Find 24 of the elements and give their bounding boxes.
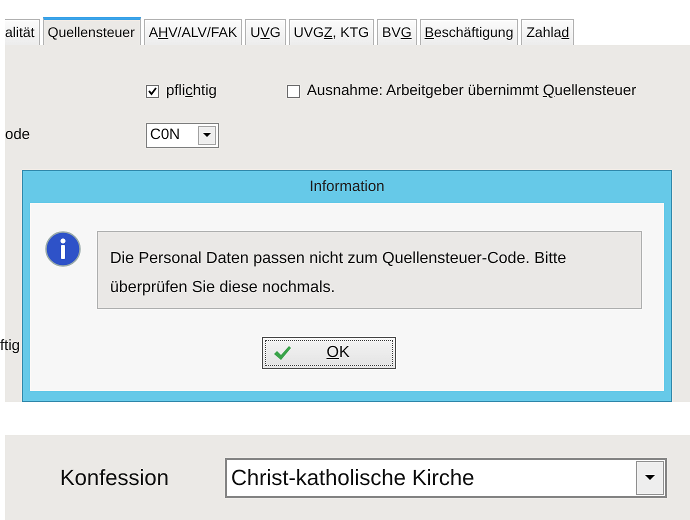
code-dropdown[interactable]: C0N [146,122,219,148]
tab[interactable]: UVGZ, KTG [288,19,374,45]
tab[interactable]: Beschäftigung [420,19,518,45]
tab[interactable]: BVG [377,19,417,45]
checkbox-label: pflichtig [166,81,217,101]
caret-icon [645,475,655,480]
tab[interactable]: UVG [245,19,286,45]
dialog-title: Information [309,178,385,195]
ok-button[interactable]: OK [262,337,396,369]
info-icon [45,231,81,267]
field-label: ftig [0,336,20,356]
caret-icon [203,133,211,137]
tab[interactable]: Quellensteuer [42,17,141,45]
tab[interactable]: AHV/ALV/FAK [144,19,242,45]
field-label: ode [5,124,32,145]
tab[interactable]: Zahlad [521,19,574,45]
checkmark-icon [272,345,290,361]
confession-dropdown[interactable]: Christ-katholische Kirche [225,458,667,498]
checkbox[interactable] [146,84,159,98]
field-label: Konfession [60,464,170,492]
message-text: Die Personal Daten passen nicht zum Quellensteuer-Code. Bitte überprüfen Sie diese nochmals. [97,231,642,309]
checkbox-label: Ausnahme: Arbeitgeber übernimmt Quellensteuer [306,81,636,101]
checkbox[interactable] [286,84,300,98]
tab[interactable]: alität [5,19,40,45]
